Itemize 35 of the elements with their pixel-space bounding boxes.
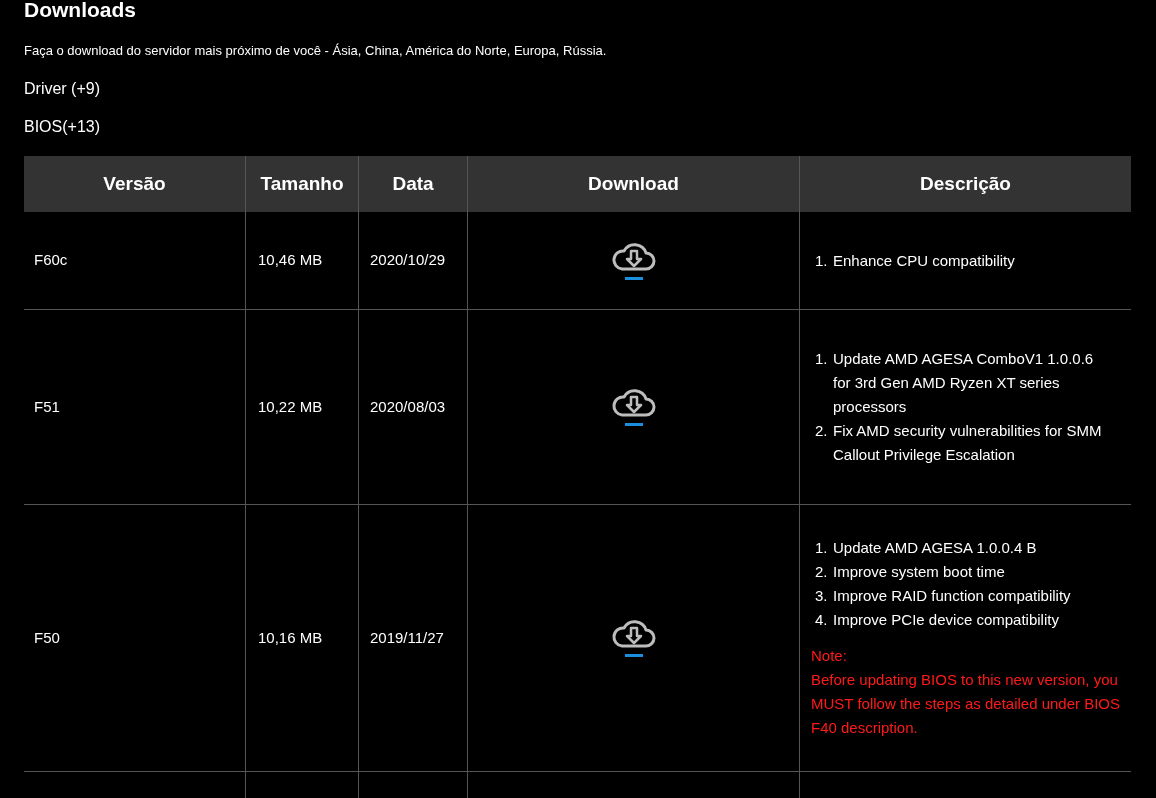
note-label: Note: (811, 647, 847, 664)
note-text: Before updating BIOS to this new version, you MUST follow the steps as detailed under BIOS F40 description. (811, 670, 1122, 738)
description-item: Update AMD AGESA ComboV1 1.0.0.6 for 3rd Gen AMD Ryzen XT series processors (833, 349, 1095, 417)
list-number: 1. (815, 250, 829, 271)
description-item: Enhance CPU compatibility (833, 250, 1015, 271)
version-cell-text: F60c (34, 250, 68, 271)
list-number: 1. (815, 349, 829, 369)
description-item: Update AMD AGESA 1.0.0.4 B (833, 538, 1037, 558)
description-item: Improve PCIe device compatibility (833, 610, 1059, 630)
size-cell-text: 10,16 MB (258, 627, 323, 648)
date-cell-text: 2019/11/27 (370, 627, 444, 648)
list-number: 1. (815, 538, 829, 558)
list-number: 3. (815, 586, 829, 606)
version-cell-text: F50 (34, 627, 60, 648)
page-title: Downloads (24, 0, 136, 20)
version-cell-text: F51 (34, 396, 60, 417)
column-header: Download (588, 171, 679, 196)
list-number: 2. (815, 562, 829, 582)
category-link[interactable]: Driver (+9) (24, 80, 100, 97)
cloud-download-icon[interactable] (609, 240, 658, 281)
server-note: Faça o download do servidor mais próximo de você - Ásia, China, América do Norte, Europa, Rússia. (24, 42, 607, 60)
date-cell-text: 2020/08/03 (370, 396, 446, 417)
description-item: Improve system boot time (833, 562, 1005, 582)
list-number: 2. (815, 421, 829, 441)
date-cell-text: 2020/10/29 (370, 250, 446, 271)
column-header: Data (392, 171, 434, 196)
category-link[interactable]: BIOS(+13) (24, 118, 101, 135)
column-header: Descrição (920, 171, 1011, 196)
size-cell-text: 10,46 MB (258, 250, 323, 271)
column-header: Versão (103, 171, 166, 196)
list-number: 4. (815, 610, 829, 630)
description-item: Improve RAID function compatibility (833, 586, 1071, 606)
size-cell-text: 10,22 MB (258, 396, 323, 417)
description-item: Fix AMD security vulnerabilities for SMM Callout Privilege Escalation (833, 421, 1103, 465)
column-header: Tamanho (260, 171, 344, 196)
